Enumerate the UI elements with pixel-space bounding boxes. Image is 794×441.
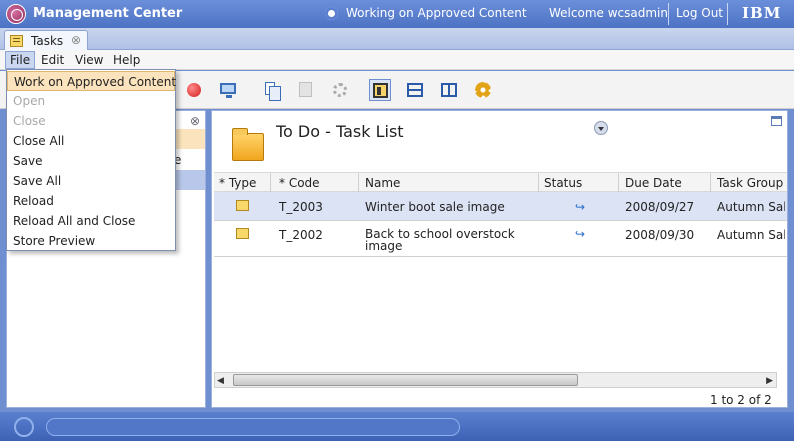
cell-task-group: Autumn Sale xyxy=(717,228,785,242)
paste-icon xyxy=(299,82,312,97)
menu-view[interactable]: View xyxy=(75,53,103,67)
scroll-right-icon[interactable]: ▶ xyxy=(766,376,773,386)
menu-item-store-preview[interactable]: Store Preview xyxy=(7,231,175,251)
column-header-task-group[interactable]: Task Group xyxy=(717,176,785,190)
ibm-logo: IBM xyxy=(742,4,782,22)
stop-icon xyxy=(187,83,201,97)
column-divider[interactable] xyxy=(538,173,539,192)
maximize-icon[interactable] xyxy=(771,116,782,126)
cell-code: T_2003 xyxy=(279,200,323,214)
app-title: Management Center xyxy=(33,6,183,21)
list-layout-icon xyxy=(373,83,388,98)
menu-help[interactable]: Help xyxy=(113,53,140,67)
menu-item-reload[interactable]: Reload xyxy=(7,191,175,211)
column-divider[interactable] xyxy=(710,173,711,192)
column-divider[interactable] xyxy=(270,173,271,192)
tab-close-icon[interactable]: ⊗ xyxy=(71,33,81,47)
column-divider[interactable] xyxy=(358,173,359,192)
stop-button[interactable] xyxy=(183,79,205,101)
circle-icon[interactable] xyxy=(14,417,34,437)
column-header-name[interactable]: Name xyxy=(365,176,400,190)
layout-list-button[interactable] xyxy=(369,79,391,101)
layout-vertical-button[interactable] xyxy=(438,79,460,101)
utilities-button[interactable] xyxy=(329,79,351,101)
explorer-item[interactable] xyxy=(172,170,205,190)
tab-label: Tasks xyxy=(31,34,64,48)
explorer-item[interactable]: e xyxy=(172,151,205,171)
gear-disabled-icon xyxy=(333,83,347,97)
welcome-text: Welcome wcsadmin xyxy=(549,6,668,20)
vertical-layout-icon xyxy=(441,83,457,97)
cell-due-date: 2008/09/30 xyxy=(625,228,695,242)
cell-name: Back to school overstock image xyxy=(365,227,515,253)
file-menu-dropdown: Work on Approved Content Open Close Clos… xyxy=(6,69,176,251)
status-arrow-icon: ↪ xyxy=(575,200,586,214)
menu-item-close[interactable]: Close xyxy=(7,111,175,131)
gear-icon xyxy=(475,82,491,98)
column-header-due-date[interactable]: Due Date xyxy=(625,176,682,190)
gear-status-icon xyxy=(325,7,338,20)
menu-edit[interactable]: Edit xyxy=(41,53,64,67)
table-row[interactable]: T_2002 Back to school overstock image ↪ … xyxy=(214,221,787,257)
horizontal-scrollbar[interactable]: ◀ ▶ xyxy=(214,372,777,388)
folder-icon xyxy=(232,128,264,161)
sort-descending-icon[interactable] xyxy=(594,121,608,135)
status-field xyxy=(46,418,460,436)
cell-task-group: Autumn Sale xyxy=(717,200,785,214)
status-arrow-icon: ↪ xyxy=(575,227,586,241)
task-list-panel: To Do - Task List * Type * Code Name Sta… xyxy=(211,110,788,408)
column-header-code[interactable]: * Code xyxy=(279,176,320,190)
scroll-left-icon[interactable]: ◀ xyxy=(217,376,224,386)
grid-header: * Type * Code Name Status Due Date Task … xyxy=(214,172,787,192)
tab-bar: Tasks ⊗ xyxy=(0,28,794,50)
logout-link[interactable]: Log Out xyxy=(676,6,723,20)
workspace-status: Working on Approved Content xyxy=(346,6,527,20)
divider xyxy=(727,3,728,25)
menu-item-reload-all-close[interactable]: Reload All and Close xyxy=(7,211,175,231)
preferences-button[interactable] xyxy=(472,79,494,101)
column-divider[interactable] xyxy=(618,173,619,192)
scrollbar-thumb[interactable] xyxy=(233,374,578,386)
cell-due-date: 2008/09/27 xyxy=(625,200,695,214)
panel-title: To Do - Task List xyxy=(276,122,404,141)
monitor-icon xyxy=(220,83,236,98)
menu-bar: File Edit View Help xyxy=(0,50,794,70)
task-list-icon xyxy=(10,35,23,47)
preview-button[interactable] xyxy=(217,79,239,101)
cell-code: T_2002 xyxy=(279,228,323,242)
cell-name: Winter boot sale image xyxy=(365,200,505,214)
paste-button[interactable] xyxy=(295,79,317,101)
menu-item-save-all[interactable]: Save All xyxy=(7,171,175,191)
menu-item-open[interactable]: Open xyxy=(7,91,175,111)
divider xyxy=(668,3,669,25)
copy-button[interactable] xyxy=(261,79,283,101)
bottom-bar xyxy=(0,412,794,441)
app-logo-icon xyxy=(6,4,26,24)
layout-horizontal-button[interactable] xyxy=(404,79,426,101)
menu-item-work-on-approved[interactable]: Work on Approved Content xyxy=(7,71,176,91)
menu-file[interactable]: File xyxy=(5,51,36,69)
close-icon[interactable]: ⊗ xyxy=(190,114,200,128)
menu-item-save[interactable]: Save xyxy=(7,151,175,171)
title-bar: Management Center Working on Approved Co… xyxy=(0,0,794,28)
column-header-type[interactable]: * Type xyxy=(219,176,256,190)
table-row[interactable]: T_2003 Winter boot sale image ↪ 2008/09/… xyxy=(214,192,787,221)
column-header-status[interactable]: Status xyxy=(544,176,582,190)
horizontal-layout-icon xyxy=(407,83,423,97)
task-icon xyxy=(236,228,249,239)
explorer-item-selected[interactable] xyxy=(172,129,205,149)
copy-icon xyxy=(265,82,281,101)
menu-item-close-all[interactable]: Close All xyxy=(7,131,175,151)
tab-tasks[interactable]: Tasks ⊗ xyxy=(4,30,88,50)
pager-status: 1 to 2 of 2 xyxy=(710,393,772,407)
task-icon xyxy=(236,200,249,211)
